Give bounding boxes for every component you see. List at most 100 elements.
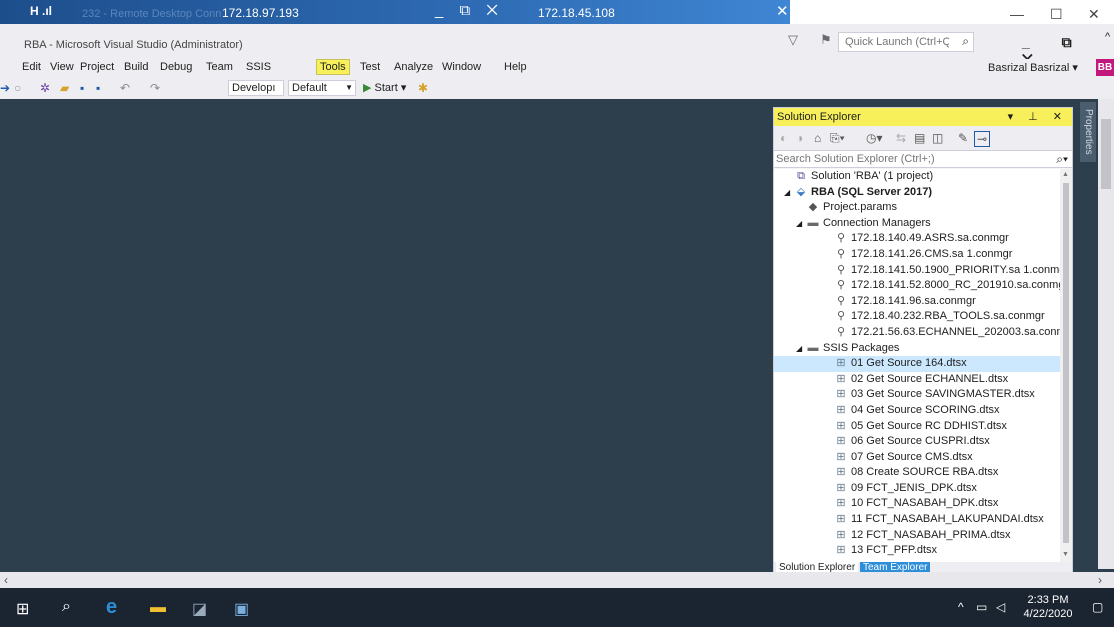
scroll-up-icon[interactable]: ▲ [1062, 171, 1069, 178]
menu-edit[interactable]: Edit [22, 61, 41, 73]
tree-item[interactable]: ◢ ▬ Connection Managers [774, 216, 1060, 232]
expand-chevron-icon[interactable]: ◢ [784, 185, 794, 201]
solution-configuration-select[interactable]: Developı [228, 80, 284, 96]
file-explorer-icon[interactable]: ▬ [150, 599, 166, 617]
scroll-down-icon[interactable]: ▼ [1062, 551, 1069, 558]
tree-item[interactable]: ⚲ 172.18.141.96.sa.conmgr [774, 294, 1060, 310]
new-project-icon[interactable]: ✲ [40, 81, 50, 95]
forward-icon[interactable]: ◑ [796, 131, 803, 145]
menu-window[interactable]: Window [442, 61, 481, 73]
menu-debug[interactable]: Debug [160, 61, 192, 73]
menu-analyze[interactable]: Analyze [394, 61, 433, 73]
preview-icon[interactable]: ⊸ [974, 131, 991, 147]
notifications-icon[interactable]: ▢ [1092, 600, 1103, 614]
menu-test[interactable]: Test [360, 61, 380, 73]
menu-help[interactable]: Help [504, 61, 527, 73]
user-name[interactable]: Basrizal Basrizal ▾ [988, 61, 1078, 74]
scroll-left-icon[interactable]: ‹ [4, 573, 8, 587]
network-icon[interactable]: ▭ [976, 600, 987, 614]
feedback-icon[interactable]: ⚑ [820, 32, 832, 48]
back-icon[interactable]: ➔ [0, 81, 10, 95]
host-maximize-button[interactable]: ☐ [1050, 6, 1063, 23]
tree-item[interactable]: ⊞ 12 FCT_NASABAH_PRIMA.dtsx [774, 528, 1060, 544]
remote-window-controls[interactable]: _ ⧉ ✕ [435, 2, 504, 19]
horizontal-scrollbar[interactable]: ‹ › [0, 572, 1114, 588]
expand-chevron-icon[interactable]: ◢ [796, 216, 806, 232]
menu-tools[interactable]: Tools [316, 59, 350, 75]
tree-item[interactable]: ⊞ 03 Get Source SAVINGMASTER.dtsx [774, 387, 1060, 403]
search-icon[interactable]: ⌕▾ [1056, 152, 1068, 167]
remote-close-button[interactable]: ✕ [776, 2, 789, 20]
panel-controls[interactable]: ▾ ⊥ ✕ [1008, 110, 1068, 123]
notification-filter-icon[interactable]: ▽ [788, 32, 798, 48]
host-close-button[interactable]: ✕ [1088, 6, 1100, 23]
save-all-icon[interactable]: ▪ [96, 81, 100, 95]
menu-project[interactable]: Project [80, 61, 114, 73]
save-icon[interactable]: ▪ [80, 81, 84, 95]
tree-item[interactable]: ⚲ 172.18.141.26.CMS.sa 1.conmgr [774, 247, 1060, 263]
search-icon[interactable]: ⌕ [62, 598, 71, 616]
tree-item[interactable]: ⊞ 08 Create SOURCE RBA.dtsx [774, 465, 1060, 481]
tree-item[interactable]: ⚲ 172.18.140.49.ASRS.sa.conmgr [774, 231, 1060, 247]
tree-item[interactable]: ⊞ 01 Get Source 164.dtsx [774, 356, 1060, 372]
scroll-thumb[interactable] [1063, 183, 1069, 543]
scroll-right-icon[interactable]: › [1098, 573, 1102, 587]
home-icon[interactable]: ⌂ [814, 131, 821, 145]
tree-item[interactable]: ⊞ 04 Get Source SCORING.dtsx [774, 403, 1060, 419]
redo-icon[interactable]: ↷ [150, 81, 160, 95]
tree-item[interactable]: ⊞ 02 Get Source ECHANNEL.dtsx [774, 372, 1060, 388]
menu-team[interactable]: Team [206, 61, 233, 73]
host-minimize-button[interactable]: — [1010, 6, 1024, 22]
tree-item[interactable]: ⊞ 09 FCT_JENIS_DPK.dtsx [774, 481, 1060, 497]
tree-item[interactable]: ⊞ 11 FCT_NASABAH_LAKUPANDAI.dtsx [774, 512, 1060, 528]
tree-item[interactable]: ⧉ Solution 'RBA' (1 project) [774, 169, 1060, 185]
properties-wrench-icon[interactable]: ✎ [958, 131, 968, 145]
volume-icon[interactable]: ◁ [996, 600, 1005, 614]
menu-ssis[interactable]: SSIS [246, 61, 271, 73]
expand-chevron-icon[interactable]: ◢ [796, 341, 806, 357]
server-manager-icon[interactable]: ◪ [192, 599, 207, 619]
tree-item[interactable]: ◢ ▬ SSIS Packages [774, 341, 1060, 357]
tree-scrollbar[interactable]: ▲ ▼ [1060, 169, 1072, 562]
forward-icon[interactable]: ○ [14, 81, 21, 95]
open-folder-icon[interactable]: ▰ [60, 81, 69, 95]
tree-item[interactable]: ⊞ 13 FCT_PFP.dtsx [774, 543, 1060, 559]
tree-item[interactable]: ◢ ⬙ RBA (SQL Server 2017) [774, 185, 1060, 201]
windows-start-icon[interactable]: ⊞ [16, 599, 29, 619]
show-hidden-icons-icon[interactable]: ^ [958, 600, 964, 614]
search-icon[interactable]: ⌕ [962, 34, 969, 49]
tree-item[interactable]: ◆ Project.params [774, 200, 1060, 216]
scroll-thumb[interactable] [1101, 119, 1111, 189]
quick-launch-input[interactable] [839, 33, 949, 51]
clock[interactable]: 2:33 PM 4/22/2020 [1020, 593, 1076, 621]
menu-view[interactable]: View [50, 61, 74, 73]
avatar[interactable]: BB [1096, 59, 1114, 76]
attach-icon[interactable]: ✱ [418, 81, 428, 95]
tree-item[interactable]: ⊞ 07 Get Source CMS.dtsx [774, 450, 1060, 466]
undo-icon[interactable]: ↶ [120, 81, 130, 95]
tree-item[interactable]: ⊞ 06 Get Source CUSPRI.dtsx [774, 434, 1060, 450]
internet-explorer-icon[interactable]: e [106, 596, 117, 619]
remote-desktop-icon[interactable]: ▣ [234, 599, 249, 619]
vertical-scrollbar[interactable] [1098, 99, 1114, 569]
tree-item[interactable]: ⊞ 10 FCT_NASABAH_DPK.dtsx [774, 496, 1060, 512]
solution-search-input[interactable] [774, 151, 1034, 167]
sync-icon[interactable]: ⇆ [896, 131, 906, 145]
tree-item[interactable]: ⚲ 172.18.40.232.RBA_TOOLS.sa.conmgr [774, 309, 1060, 325]
tree-item[interactable]: ⚲ 172.21.56.63.ECHANNEL_202003.sa.conmgr [774, 325, 1060, 341]
start-button[interactable]: ▶ Start ▾ [363, 81, 406, 94]
collapse-all-icon[interactable]: ▤ [914, 131, 925, 145]
collapse-caret-icon[interactable]: ^ [1105, 31, 1110, 43]
tree-item[interactable]: ⊞ 05 Get Source RC DDHIST.dtsx [774, 419, 1060, 435]
properties-tab[interactable]: Properties [1080, 102, 1096, 162]
menu-build[interactable]: Build [124, 61, 148, 73]
pending-changes-icon[interactable]: ◷▾ [866, 131, 883, 145]
show-all-files-icon[interactable]: ◫ [932, 131, 943, 145]
tree-item[interactable]: ⚲ 172.18.141.52.8000_RC_201910.sa.conmgr [774, 278, 1060, 294]
back-icon[interactable]: ◐ [780, 131, 787, 145]
solution-search-box[interactable]: ⌕▾ [774, 150, 1072, 168]
quick-launch-box[interactable]: ⌕ [838, 32, 974, 52]
tree-item[interactable]: ⚲ 172.18.141.50.1900_PRIORITY.sa 1.conmgr [774, 263, 1060, 279]
solution-platform-select[interactable]: Default ▼ [288, 80, 356, 96]
switch-views-icon[interactable]: ⎘▾ [830, 131, 845, 146]
